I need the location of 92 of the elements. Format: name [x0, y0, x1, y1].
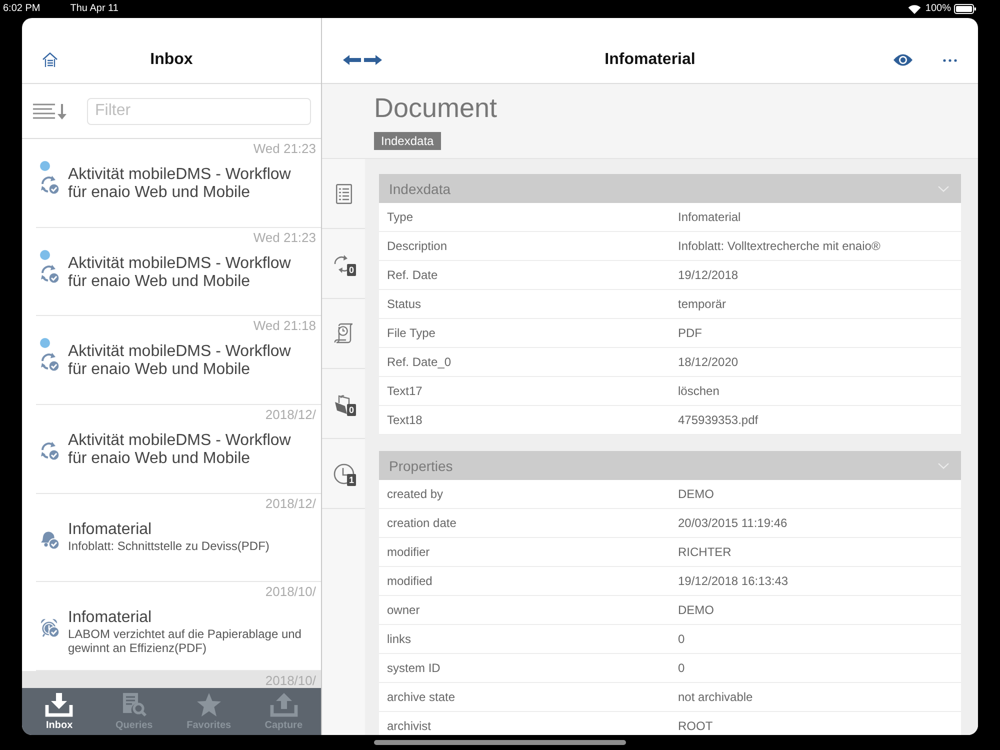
- item-date: 2018/12/: [265, 408, 316, 422]
- document-list-icon: [336, 184, 352, 204]
- home-icon: [42, 52, 58, 68]
- field-value: löschen: [678, 384, 720, 398]
- scroll-clock-icon: [334, 322, 354, 344]
- item-date: Wed 21:23: [253, 142, 316, 156]
- view-button[interactable]: [893, 53, 913, 67]
- field-value: DEMO: [678, 603, 714, 617]
- field-label: archivist: [387, 719, 432, 733]
- cycle-check-icon: [40, 352, 60, 372]
- field-value: RICHTER: [678, 545, 732, 559]
- field-label: Ref. Date: [387, 268, 438, 282]
- sort-button[interactable]: [33, 102, 67, 120]
- field-value: 19/12/2018 16:13:43: [678, 574, 788, 588]
- chevron-down-icon: [938, 186, 949, 192]
- field-label: links: [387, 632, 412, 646]
- field-label: Description: [387, 239, 448, 253]
- chevron-down-icon: [938, 462, 949, 468]
- count-badge: 0: [347, 264, 356, 276]
- field-label: Ref. Date_0: [387, 355, 452, 369]
- field-label: Text18: [387, 413, 422, 427]
- more-button[interactable]: [943, 58, 957, 62]
- field-value: temporär: [678, 297, 726, 311]
- field-label: Type: [387, 210, 414, 224]
- field-label: archive state: [387, 690, 456, 704]
- arrow-right-icon: [364, 55, 382, 65]
- bell-check-icon: [40, 530, 60, 550]
- status-date: Thu Apr 11: [70, 3, 118, 15]
- item-date: 2018/10/: [265, 585, 316, 600]
- eye-icon: [893, 53, 913, 67]
- battery-icon: [954, 4, 976, 14]
- panel-title: Inbox: [150, 50, 193, 70]
- count-badge: 1: [347, 474, 356, 486]
- field-value: not archivable: [678, 690, 753, 704]
- item-title: Aktivität mobileDMS - Workflow für enaio Web und Mobile: [68, 254, 292, 291]
- field-value: Infomaterial: [678, 210, 741, 224]
- field-value: ROOT: [678, 719, 713, 733]
- field-label: modifier: [387, 545, 430, 559]
- wifi-icon: [908, 4, 922, 14]
- field-value: DEMO: [678, 487, 714, 501]
- field-label: Status: [387, 297, 422, 311]
- document-heading: Document: [374, 92, 498, 124]
- item-date: 2018/12/: [265, 496, 316, 511]
- item-title: Infomaterial: [68, 520, 153, 539]
- field-value: 475939353.pdf: [678, 413, 758, 427]
- cycle-check-icon: [40, 264, 60, 284]
- field-label: creation date: [387, 516, 456, 530]
- cycle-check-icon: [40, 175, 60, 195]
- upload-tray-icon: [270, 693, 298, 717]
- field-label: owner: [387, 603, 420, 617]
- tab-item[interactable]: Inbox: [22, 688, 97, 735]
- more-icon: [943, 58, 957, 62]
- battery-percent: 100%: [925, 3, 951, 15]
- field-value: 20/03/2015 11:19:46: [678, 516, 788, 530]
- field-value: PDF: [678, 326, 702, 340]
- item-subtitle: Infoblatt: Schnittstelle zu Deviss(PDF): [68, 538, 270, 553]
- item-date: Wed 21:23: [253, 230, 316, 245]
- item-title: Aktivität mobileDMS - Workflow für enaio Web und Mobile: [68, 166, 292, 202]
- back-button[interactable]: [343, 55, 361, 65]
- item-title: Aktivität mobileDMS - Workflow für enaio Web und Mobile: [68, 432, 292, 468]
- field-label: Text17: [387, 384, 422, 398]
- detail-title: Infomaterial: [604, 50, 696, 70]
- home-button[interactable]: [42, 52, 58, 68]
- field-value: Infoblatt: Volltextrecherche mit enaio®: [678, 239, 880, 253]
- star-icon: [194, 693, 223, 717]
- field-value: 19/12/2018: [678, 268, 738, 282]
- item-subtitle: LABOM verzichtet auf die Papierablage und gewinnt an Effizienz(PDF): [68, 627, 302, 656]
- filter-field[interactable]: Filter: [87, 98, 311, 124]
- forward-button[interactable]: [364, 55, 382, 65]
- document-search-icon: [120, 693, 148, 717]
- section-tag: Indexdata: [374, 132, 441, 150]
- section-title: Indexdata: [389, 180, 450, 196]
- field-label: modified: [387, 574, 432, 588]
- download-tray-icon: [45, 693, 74, 717]
- cycle-check-icon: [40, 441, 60, 462]
- sort-icon: [33, 102, 67, 120]
- arrow-left-icon: [343, 55, 361, 65]
- alarm-clock-icon: [40, 618, 60, 638]
- item-title: Infomaterial: [68, 609, 153, 628]
- count-badge: 0: [347, 404, 356, 416]
- field-label: created by: [387, 487, 444, 501]
- item-title: Aktivität mobileDMS - Workflow für enaio Web und Mobile: [68, 343, 292, 380]
- section-title: Properties: [389, 458, 453, 474]
- field-value: 18/12/2020: [678, 355, 738, 369]
- field-value: 0: [678, 632, 685, 646]
- item-date: Wed 21:18: [253, 319, 316, 334]
- field-label: File Type: [387, 326, 436, 340]
- field-label: system ID: [387, 661, 440, 675]
- status-time: 6:02 PM: [3, 3, 40, 15]
- clock-icon: [332, 462, 354, 484]
- item-date: 2018/10/: [265, 674, 316, 688]
- field-value: 0: [678, 661, 685, 675]
